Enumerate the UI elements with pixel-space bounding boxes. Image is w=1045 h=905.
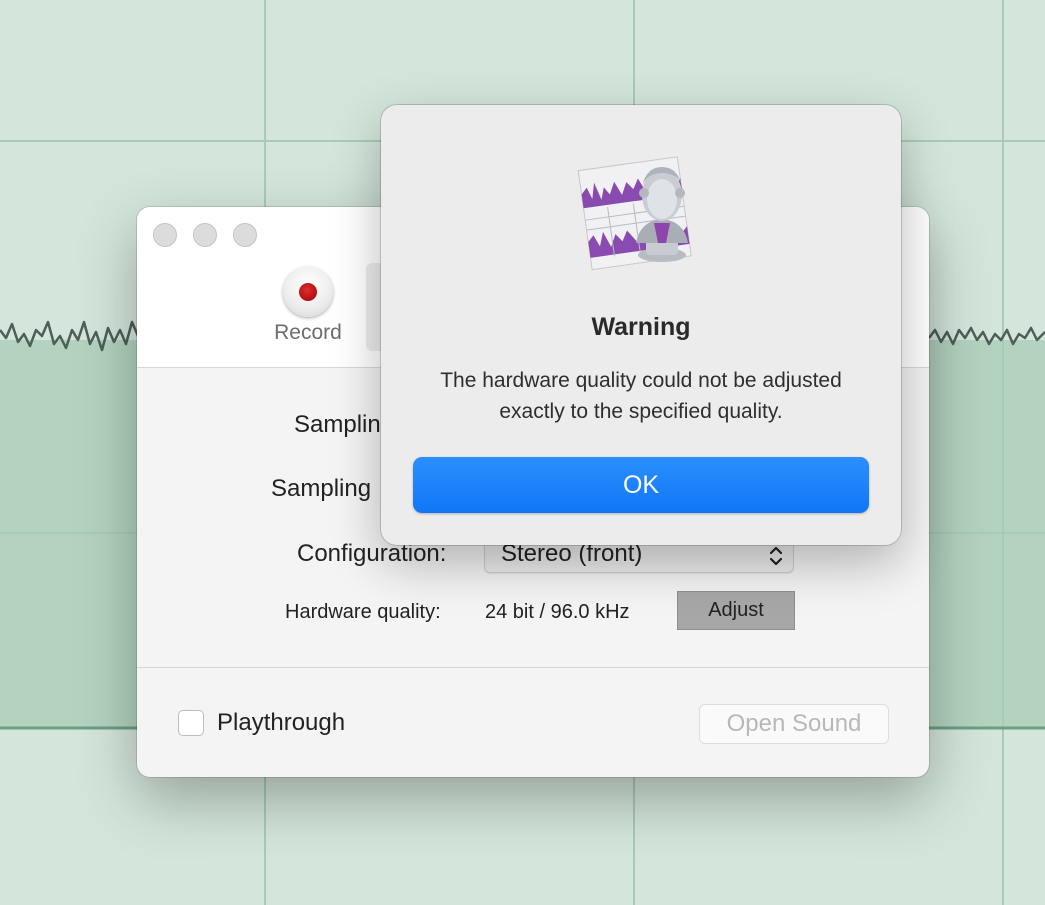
sampling-rate-label: Samplin	[294, 411, 381, 438]
dialog-message: The hardware quality could not be adjust…	[440, 369, 842, 423]
hardware-quality-value: 24 bit / 96.0 kHz	[485, 601, 630, 623]
playthrough-checkbox[interactable]	[178, 710, 204, 736]
sampling-size-label: Sampling	[271, 475, 372, 502]
playthrough-label[interactable]: Playthrough	[217, 709, 345, 737]
minimize-window-button[interactable]	[193, 223, 217, 247]
audio-app-icon	[577, 156, 692, 271]
adjust-button[interactable]: Adjust	[677, 591, 795, 630]
record-label: Record	[274, 321, 342, 344]
open-sound-button[interactable]: Open Sound	[699, 704, 889, 744]
close-window-button[interactable]	[153, 223, 177, 247]
chevron-up-down-icon	[769, 546, 783, 566]
hardware-quality-label: Hardware quality:	[285, 601, 441, 623]
dialog-title: Warning	[591, 313, 691, 341]
divider	[137, 667, 929, 668]
desktop-background: Record Samplin Sampling Configuration: S…	[0, 0, 1045, 905]
warning-dialog: Warning The hardware quality could not b…	[381, 105, 901, 545]
ok-button[interactable]: OK	[413, 457, 869, 513]
zoom-window-button[interactable]	[233, 223, 257, 247]
record-icon	[283, 267, 333, 317]
record-button[interactable]: Record	[267, 265, 349, 349]
record-dot	[299, 283, 317, 301]
